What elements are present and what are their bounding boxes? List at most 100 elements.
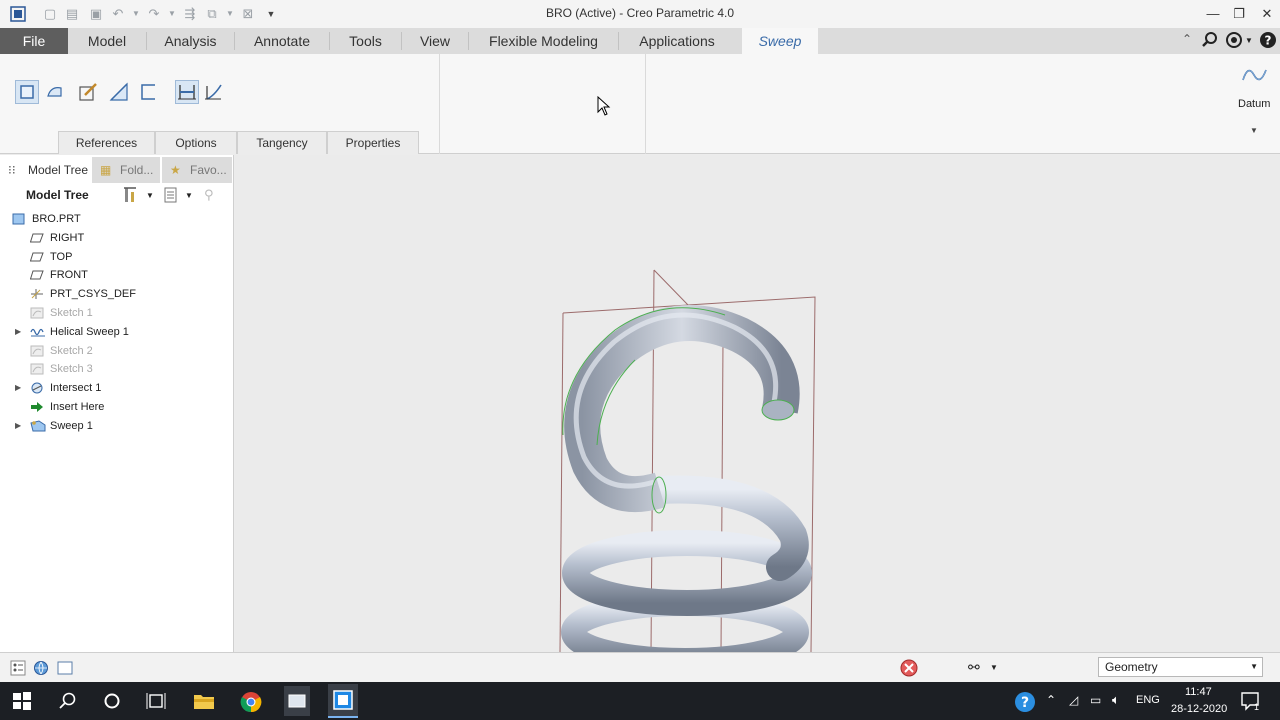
file-explorer-icon[interactable] [193,691,215,713]
windows-start-icon[interactable] [12,691,34,713]
tree-item[interactable]: FRONT [0,266,230,284]
tab-analysis[interactable]: Analysis [147,28,234,54]
tab-model-tree-label: Model Tree [28,163,89,177]
volume-icon[interactable]: 🔈︎ [1112,692,1120,708]
svg-text:?: ? [1021,695,1029,711]
community-icon[interactable] [1225,31,1243,52]
constant-section-button[interactable] [175,80,199,104]
tree-item-label: Sweep 1 [50,419,93,432]
creo-app-icon[interactable] [328,684,358,718]
windows-taskbar: ? ⌃ ◿ ▭ 🔈︎ ENG 11:47 28-12-2020 1 [0,682,1280,720]
ribbon-divider [439,54,440,154]
tree-item[interactable]: Sketch 2 [0,342,230,360]
subtab-options[interactable]: Options [155,131,237,154]
tab-model[interactable]: Model [68,28,146,54]
task-view-icon[interactable] [146,691,168,713]
restore-button[interactable]: ❐ [1224,3,1254,25]
help-tray-icon[interactable]: ? [1014,691,1036,713]
datum-curve-icon[interactable] [1240,62,1268,91]
tree-item[interactable]: Sketch 3 [0,360,230,378]
spring-model-view[interactable] [235,155,1280,652]
mouse-cursor [597,95,611,119]
tree-item[interactable]: ▶ Sweep 1 [0,417,230,435]
network-icon[interactable]: ◿ [1069,693,1078,707]
datum-dropdown-icon[interactable]: ▼ [1250,126,1258,135]
status-bar: ⚯ ▼ Geometry ▼ [0,652,1280,682]
collapse-ribbon-icon[interactable]: ⌃ [1182,32,1192,46]
intersect-icon [30,382,44,394]
tab-file[interactable]: File [0,28,68,54]
expand-arrow-icon[interactable]: ▶ [15,323,21,341]
tree-item[interactable]: PRT_CSYS_DEF [0,285,230,303]
csys-icon [30,288,44,300]
tab-flexible-modeling[interactable]: Flexible Modeling [469,28,618,54]
tree-item[interactable]: RIGHT [0,229,230,247]
toggle-navigator-icon[interactable] [10,660,26,679]
thicken-sketch-button[interactable] [137,80,161,104]
tree-settings-dropdown-icon[interactable]: ▼ [146,191,154,200]
close-button[interactable]: ✕ [1252,3,1280,25]
language-indicator[interactable]: ENG [1136,694,1160,706]
search-icon[interactable] [58,691,80,713]
insert-arrow-icon [30,401,44,413]
remove-material-button[interactable] [107,80,131,104]
surface-sweep-button[interactable] [43,80,67,104]
window-title: BRO (Active) - Creo Parametric 4.0 [545,6,735,20]
tree-item[interactable]: BRO.PRT [0,210,212,228]
tab-folder-label: Fold... [120,163,154,177]
datum-plane-icon [29,232,44,244]
community-dropdown-icon[interactable]: ▼ [1245,36,1253,45]
tab-view[interactable]: View [402,28,468,54]
tree-item-label: Helical Sweep 1 [50,325,129,338]
tab-model-tree[interactable]: ⁝⁝ Model Tree [0,157,90,183]
tree-item[interactable]: ▶ Intersect 1 [0,379,230,397]
sweep-icon [30,420,46,432]
chevron-down-icon: ▼ [1250,662,1258,671]
cortana-icon[interactable] [102,691,124,713]
tab-favorites[interactable]: ★ Favo... [162,157,232,183]
expand-arrow-icon[interactable]: ▶ [15,379,21,397]
tab-sweep[interactable]: Sweep [742,28,818,54]
find-icon[interactable]: ⚯ [968,659,980,676]
title-bar: ▢ ▤ ▣ ↶ ▼ ↷ ▼ ⇶ ⧉ ▼ ⊠ ▼ BRO (Active) - C… [0,0,1280,28]
expand-arrow-icon[interactable]: ▶ [15,417,21,435]
subtab-references[interactable]: References [58,131,155,154]
selection-filter-select[interactable]: Geometry ▼ [1098,657,1263,677]
help-icon[interactable]: ? [1259,31,1277,52]
tree-item-label: RIGHT [50,231,85,244]
ribbon-divider [645,54,646,154]
tree-filter-icon[interactable]: ⚲ [204,187,214,203]
sketch-section-button[interactable] [76,80,100,104]
tree-item[interactable]: Insert Here [0,398,230,416]
variable-section-button[interactable] [202,80,226,104]
datum-label[interactable]: Datum [1238,98,1270,110]
tab-tools[interactable]: Tools [330,28,401,54]
tree-item[interactable]: TOP [0,248,230,266]
graphics-window[interactable] [235,155,1280,652]
show-icon[interactable] [163,187,179,206]
battery-icon[interactable]: ▭ [1090,693,1101,707]
tab-annotate[interactable]: Annotate [235,28,329,54]
tray-chevron-up-icon[interactable]: ⌃ [1046,693,1056,707]
subtab-tangency[interactable]: Tangency [237,131,327,154]
solid-sweep-button[interactable] [15,80,39,104]
full-screen-icon[interactable] [57,660,73,679]
browser-icon[interactable] [33,660,49,679]
show-dropdown-icon[interactable]: ▼ [185,191,193,200]
clock-time[interactable]: 11:47 [1185,686,1212,698]
message-log-icon[interactable] [900,659,918,680]
tab-applications[interactable]: Applications [619,28,735,54]
tree-item[interactable]: Sketch 1 [0,304,230,322]
search-icon[interactable] [1202,31,1218,52]
favorites-icon: ★ [170,163,181,177]
tab-folder-browser[interactable]: ▦ Fold... [92,157,160,183]
chrome-icon[interactable] [240,691,262,713]
subtab-properties[interactable]: Properties [327,131,419,154]
find-dropdown-icon[interactable]: ▼ [990,663,998,672]
clock-date[interactable]: 28-12-2020 [1171,703,1227,715]
selection-filter-value: Geometry [1105,660,1158,674]
ribbon-tab-bar: File Model Analysis Annotate Tools View … [0,28,1280,54]
snipping-tool-icon[interactable] [284,686,310,716]
tree-settings-icon[interactable] [122,186,140,207]
tree-item[interactable]: ▶ Helical Sweep 1 [0,323,230,341]
